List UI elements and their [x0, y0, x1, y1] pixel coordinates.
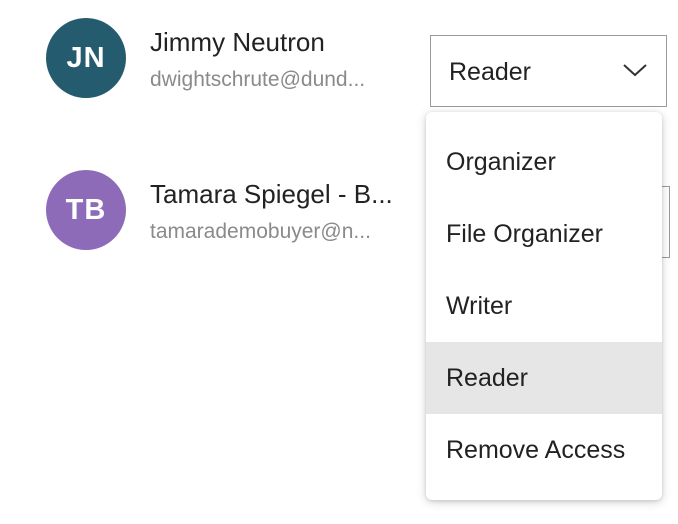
user-name: Tamara Spiegel - B... [150, 179, 393, 209]
menu-item-reader[interactable]: Reader [426, 342, 662, 414]
user-email: tamarademobuyer@n... [150, 220, 371, 243]
menu-item-organizer[interactable]: Organizer [426, 126, 662, 198]
avatar-initials: TB [65, 193, 107, 226]
avatar: JN [46, 18, 126, 98]
chevron-down-icon [623, 64, 647, 77]
menu-item-remove-access[interactable]: Remove Access [426, 414, 662, 486]
user-name: Jimmy Neutron [150, 27, 325, 57]
menu-item-writer[interactable]: Writer [426, 270, 662, 342]
user-email: dwightschrute@dund... [150, 68, 366, 91]
role-select-value: Reader [449, 58, 531, 86]
avatar-initials: JN [66, 41, 106, 74]
menu-item-file-organizer[interactable]: File Organizer [426, 198, 662, 270]
role-select[interactable]: Reader [430, 35, 667, 107]
role-dropdown-menu: Organizer File Organizer Writer Reader R… [426, 112, 662, 500]
avatar: TB [46, 170, 126, 250]
